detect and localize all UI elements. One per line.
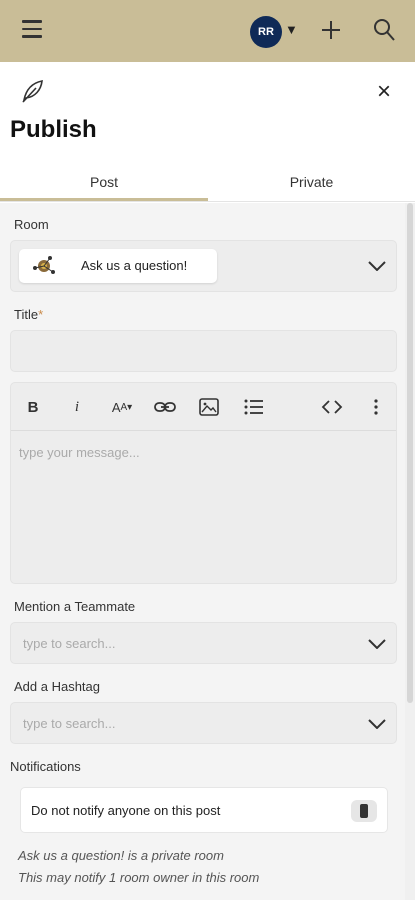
editor-placeholder: type your message... — [19, 445, 140, 460]
close-icon[interactable]: × — [372, 80, 396, 104]
notify-option-label: Do not notify anyone on this post — [31, 803, 221, 818]
feather-icon — [22, 80, 43, 103]
message-editor[interactable]: B i A A▾ type your message... — [10, 382, 397, 584]
tab-private[interactable]: Private — [208, 162, 415, 202]
font-size-icon[interactable]: A A▾ — [107, 395, 137, 419]
code-icon[interactable] — [321, 395, 343, 419]
more-icon[interactable] — [369, 395, 383, 419]
mention-search-input[interactable]: type to search... — [10, 622, 397, 664]
tab-bar: Post Private — [0, 162, 415, 202]
chevron-down-icon[interactable] — [368, 261, 386, 271]
required-mark: * — [38, 307, 44, 322]
title-input[interactable] — [10, 330, 397, 372]
search-icon[interactable] — [372, 17, 396, 43]
mention-placeholder: type to search... — [23, 636, 116, 651]
hashtag-search-input[interactable]: type to search... — [10, 702, 397, 744]
room-select[interactable]: Ask us a question! — [10, 240, 397, 292]
app-bar: RR ▼ — [0, 0, 415, 62]
room-chip: Ask us a question! — [19, 249, 217, 283]
bold-icon[interactable]: B — [23, 395, 43, 419]
panel-title: Publish — [10, 116, 97, 143]
hamburger-menu-icon[interactable] — [22, 20, 42, 38]
room-name: Ask us a question! — [81, 258, 188, 273]
list-icon[interactable] — [243, 395, 265, 419]
title-label: Title* — [14, 307, 43, 322]
room-label: Room — [14, 217, 49, 232]
editor-toolbar: B i A A▾ — [11, 383, 396, 431]
room-logo-icon — [33, 256, 55, 274]
avatar-dropdown-icon[interactable]: ▼ — [285, 22, 298, 37]
link-icon[interactable] — [153, 395, 177, 419]
italic-icon[interactable]: i — [67, 395, 87, 419]
notify-option[interactable]: Do not notify anyone on this post — [20, 787, 388, 833]
mention-label: Mention a Teammate — [14, 599, 136, 614]
image-icon[interactable] — [198, 395, 220, 419]
notifications-label: Notifications — [10, 759, 81, 774]
scrollbar[interactable] — [405, 203, 415, 900]
active-tab-indicator — [0, 198, 208, 201]
notify-toggle[interactable] — [351, 800, 377, 822]
hashtag-placeholder: type to search... — [23, 716, 116, 731]
chevron-down-icon[interactable] — [368, 639, 386, 649]
room-privacy-note: Ask us a question! is a private room — [18, 848, 224, 863]
tab-post[interactable]: Post — [0, 162, 208, 202]
scrollbar-thumb[interactable] — [407, 203, 413, 703]
title-label-text: Title — [14, 307, 39, 322]
user-avatar[interactable]: RR — [250, 16, 282, 48]
room-owner-note: This may notify 1 room owner in this roo… — [18, 870, 260, 885]
hashtag-label: Add a Hashtag — [14, 679, 101, 694]
toggle-knob — [360, 804, 368, 818]
chevron-down-icon[interactable] — [368, 719, 386, 729]
add-icon[interactable] — [320, 18, 342, 42]
